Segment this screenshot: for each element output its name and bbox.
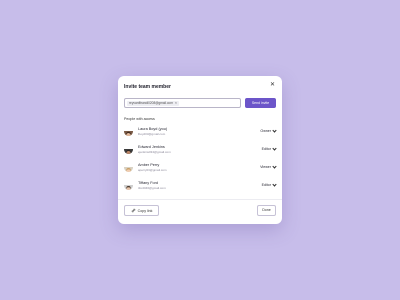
copy-link-button[interactable]: Copy link: [124, 205, 159, 216]
person-row: Tiffany Ford tford046@gmail.com Editor: [124, 180, 277, 192]
done-button[interactable]: Done: [257, 205, 276, 216]
person-name: Laura Boyd (you): [138, 127, 168, 131]
chevron-down-icon: [272, 164, 277, 169]
person-name: Tiffany Ford: [138, 181, 159, 185]
person-email: ejenkins034@gmail.com: [138, 150, 171, 154]
role-dropdown[interactable]: Owner: [260, 128, 277, 133]
chevron-down-icon: [272, 146, 277, 151]
role-label: Owner: [260, 129, 271, 133]
avatar: [124, 163, 133, 172]
person-row: Amber Perry aperry03@gmail.com Viewer: [124, 162, 277, 174]
chevron-down-icon: [272, 182, 277, 187]
email-chip-text: reyvanfitrandi0208@gmail.com: [129, 100, 173, 105]
footer-divider: [118, 199, 282, 200]
person-name: Edward Jenkins: [138, 145, 165, 149]
person-row: Edward Jenkins ejenkins034@gmail.com Edi…: [124, 144, 277, 156]
email-chip: reyvanfitrandi0208@gmail.com ×: [127, 100, 179, 106]
avatar: [124, 145, 133, 154]
avatar: [124, 181, 133, 190]
role-label: Editor: [261, 183, 271, 187]
send-invite-button[interactable]: Send invite: [245, 98, 276, 108]
person-email: tford046@gmail.com: [138, 186, 166, 190]
invite-modal: Invite team member ✕ reyvanfitrandi0208@…: [118, 76, 282, 224]
copy-link-label: Copy link: [137, 208, 153, 213]
people-section-label: People with access: [124, 117, 155, 121]
remove-chip-icon[interactable]: ×: [175, 101, 177, 106]
role-label: Viewer: [260, 165, 271, 169]
link-icon: [131, 208, 136, 214]
role-dropdown[interactable]: Editor: [261, 182, 277, 187]
person-name: Amber Perry: [138, 163, 160, 167]
person-email: aperry03@gmail.com: [138, 168, 167, 172]
person-email: lboyd03@gmail.com: [138, 132, 166, 136]
role-dropdown[interactable]: Editor: [261, 146, 277, 151]
role-label: Editor: [261, 147, 271, 151]
close-icon[interactable]: ✕: [270, 82, 275, 88]
avatar: [124, 127, 133, 136]
modal-title: Invite team member: [124, 84, 171, 90]
person-row: Laura Boyd (you) lboyd03@gmail.com Owner: [124, 126, 277, 138]
invite-email-field[interactable]: reyvanfitrandi0208@gmail.com ×: [124, 98, 241, 108]
chevron-down-icon: [272, 128, 277, 133]
role-dropdown[interactable]: Viewer: [260, 164, 277, 169]
